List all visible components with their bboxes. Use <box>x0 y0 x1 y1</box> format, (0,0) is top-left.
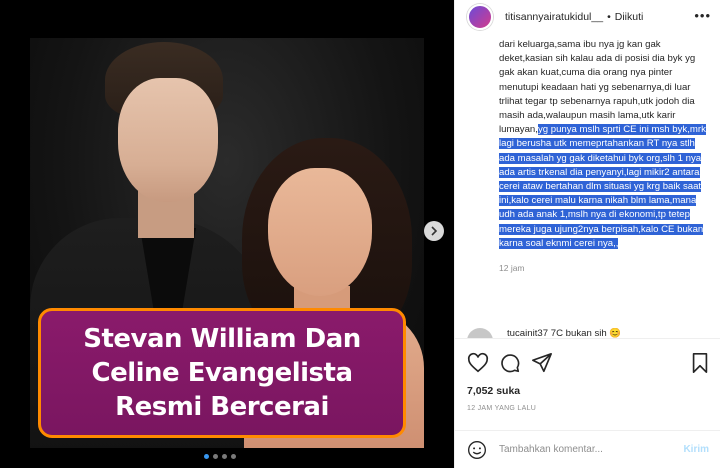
carousel-dot[interactable] <box>213 454 218 459</box>
carousel-dot[interactable] <box>222 454 227 459</box>
comment-text: dari keluarga,sama ibu nya jg kan gak de… <box>499 38 711 275</box>
post-timestamp: 12 JAM YANG LALU <box>467 405 537 412</box>
post-header: titisannyairatukidul__ • Diikuti ••• <box>455 0 720 34</box>
comment-icon[interactable] <box>499 352 521 374</box>
post-comment-button[interactable]: Kirim <box>683 444 709 455</box>
header-separator: • <box>607 11 611 23</box>
post-media: Stevan William Dan Celine Evangelista Re… <box>0 0 454 468</box>
carousel-dot[interactable] <box>204 454 209 459</box>
bookmark-icon[interactable] <box>689 352 711 374</box>
heart-icon[interactable] <box>467 352 489 374</box>
comment-text-selected: yg punya mslh sprti CE ini msh byk,mrk l… <box>499 124 706 249</box>
comment-bar: Kirim <box>455 430 720 468</box>
comment-text-plain: dari keluarga,sama ibu nya jg kan gak de… <box>499 39 696 136</box>
caption-line-2: Celine Evangelista <box>91 358 353 388</box>
like-count[interactable]: 7,052 suka <box>467 385 520 397</box>
photo-man-face <box>118 78 218 202</box>
next-comment-text: tucainit37 7C bukan sih 😊 <box>507 328 622 338</box>
carousel-dot[interactable] <box>231 454 236 459</box>
share-icon[interactable] <box>531 352 553 374</box>
smile-icon[interactable] <box>467 440 487 460</box>
carousel-dots <box>204 454 236 459</box>
caption-line-3: Resmi Bercerai <box>115 392 329 422</box>
photo-woman-face <box>268 168 372 296</box>
carousel-next-button[interactable] <box>424 221 444 241</box>
comment-time[interactable]: 12 jam <box>499 261 711 275</box>
follow-status-button[interactable]: Diikuti <box>615 11 644 23</box>
action-bar <box>455 338 720 384</box>
avatar[interactable] <box>467 4 493 30</box>
photo-caption-banner: Stevan William Dan Celine Evangelista Re… <box>38 308 406 438</box>
more-dots-icon[interactable]: ••• <box>694 8 711 23</box>
username-link[interactable]: titisannyairatukidul__ <box>505 11 603 23</box>
next-comment-preview: tucainit37 7C bukan sih 😊 <box>467 328 713 338</box>
caption-line-1: Stevan William Dan <box>83 324 361 354</box>
comment-input[interactable] <box>499 444 669 455</box>
avatar[interactable] <box>467 328 493 338</box>
chevron-right-icon <box>431 226 438 236</box>
post-panel: titisannyairatukidul__ • Diikuti ••• dar… <box>454 0 720 468</box>
